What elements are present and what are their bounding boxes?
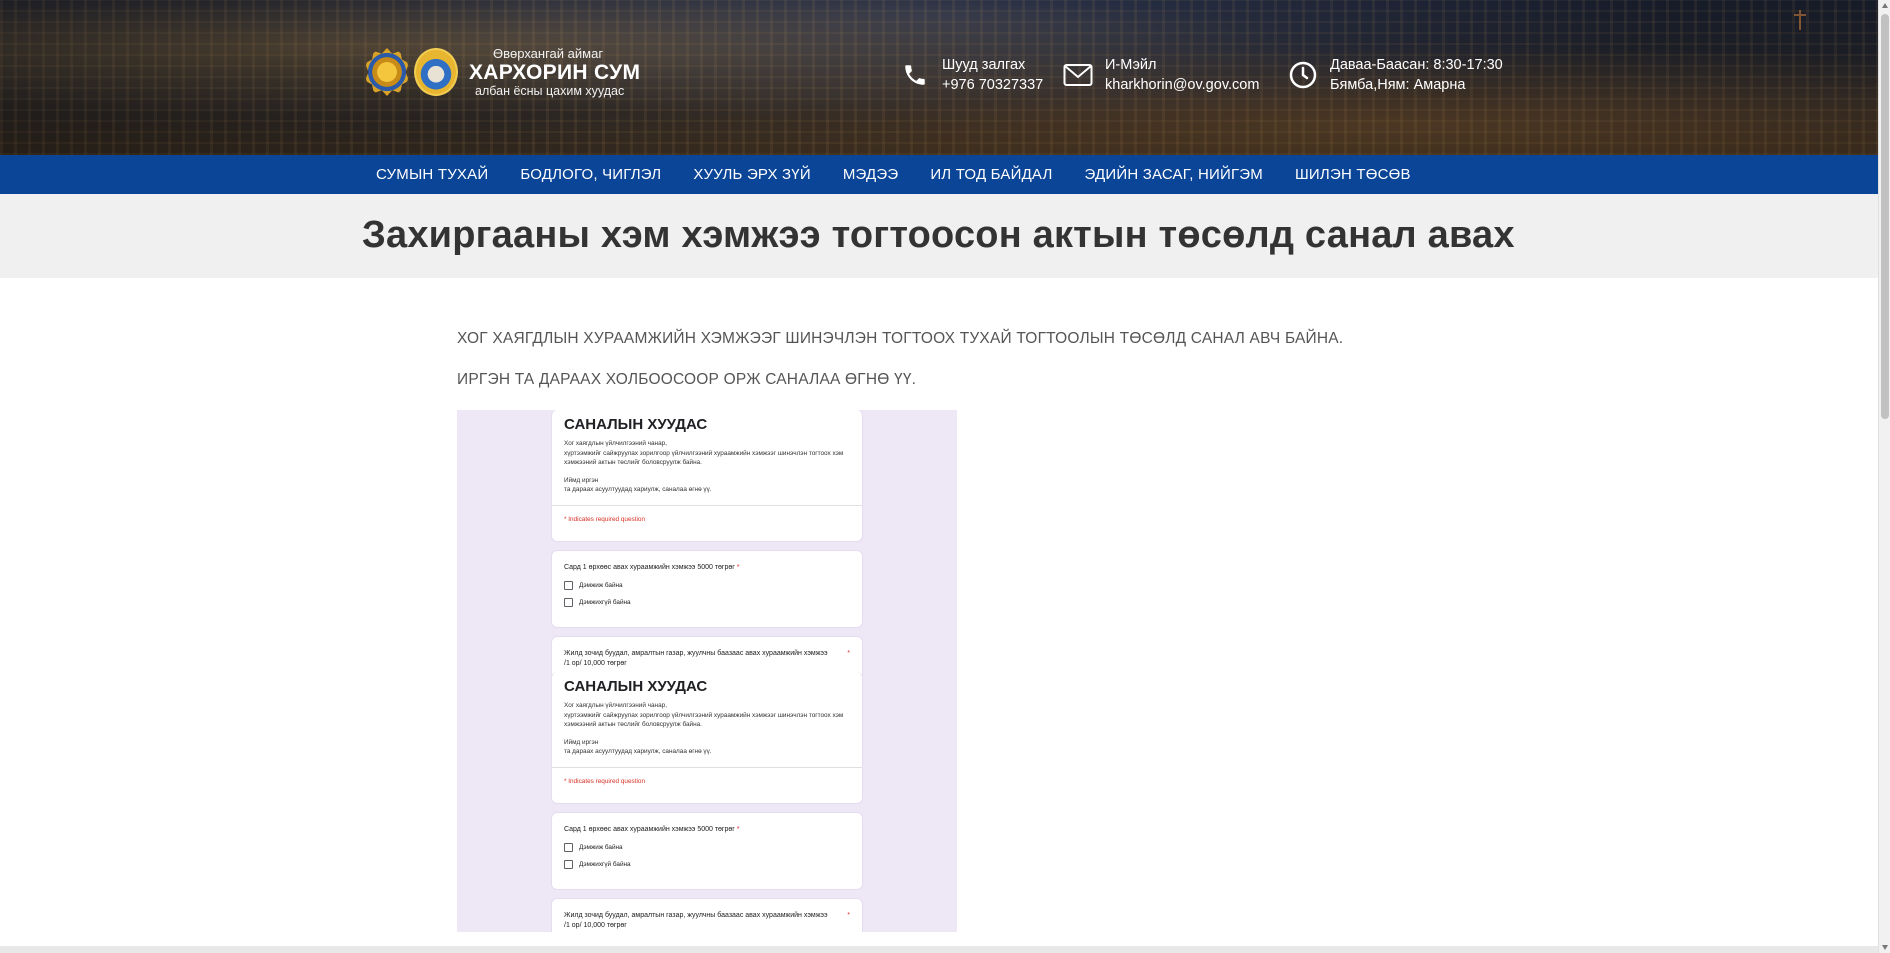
state-emblem-icon: [414, 48, 458, 96]
contact-hours-weekdays: Даваа-Баасан: 8:30-17:30: [1330, 57, 1503, 73]
contact-email-value[interactable]: kharkhorin@ov.gov.com: [1105, 75, 1259, 95]
contact-email[interactable]: И-Мэйл kharkhorin@ov.gov.com: [1063, 55, 1259, 95]
option-oppose[interactable]: Дэмжихгүй байна: [552, 590, 862, 607]
contact-hours-weekend: Бямба,Ням: Амарна: [1330, 77, 1466, 93]
nav-item-transparency[interactable]: ИЛ ТОД БАЙДАЛ: [930, 166, 1052, 183]
logo-province: Өвөрхангай аймаг: [493, 45, 604, 61]
phone-icon: [900, 60, 930, 90]
question-card: Сард 1 өрхөөс авах хураамжийн хэмжээ 500…: [551, 812, 863, 890]
contact-phone-value[interactable]: +976 70327337: [942, 75, 1043, 95]
logo-subtitle: албан ёсны цахим хуудас: [475, 83, 625, 98]
mail-icon: [1063, 60, 1093, 90]
form-header-card: САНАЛЫН ХУУДАС Хог хаягдлын үйлчилгээний…: [551, 410, 863, 542]
contact-phone-label: Шууд залгах: [942, 57, 1026, 73]
question-text: Жилд зочид буудал, амралтын газар, жуулч…: [564, 912, 828, 929]
cross-ornament-icon: [1790, 8, 1810, 32]
checkbox[interactable]: [564, 598, 573, 607]
option-support[interactable]: Дэмжиж байна: [552, 573, 862, 590]
contact-email-label: И-Мэйл: [1105, 57, 1157, 73]
nav-item-budget[interactable]: ШИЛЭН ТӨСӨВ: [1295, 166, 1411, 183]
main-nav: СУМЫН ТУХАЙ БОДЛОГО, ЧИГЛЭЛ ХУУЛЬ ЭРХ ЗҮ…: [0, 155, 1878, 194]
nav-item-policy[interactable]: БОДЛОГО, ЧИГЛЭЛ: [520, 166, 661, 183]
question-text: Жилд зочид буудал, амралтын газар, жуулч…: [564, 650, 828, 667]
page-title-band: Захиргааны хэм хэмжээ тогтоосон актын тө…: [0, 194, 1878, 278]
contact-hours: Даваа-Баасан: 8:30-17:30 Бямба,Ням: Амар…: [1288, 55, 1503, 95]
option-oppose[interactable]: Дэмжихгүй байна: [552, 852, 862, 869]
embedded-feedback-form[interactable]: САНАЛЫН ХУУДАС Хог хаягдлын үйлчилгээний…: [457, 410, 957, 932]
checkbox[interactable]: [564, 843, 573, 852]
question-text: Сард 1 өрхөөс авах хураамжийн хэмжээ 500…: [564, 564, 735, 571]
nav-item-about[interactable]: СУМЫН ТУХАЙ: [376, 166, 488, 183]
site-logo[interactable]: Өвөрхангай аймаг ХАРХОРИН СУМ албан ёсны…: [365, 44, 640, 100]
question-card: Сард 1 өрхөөс авах хураамжийн хэмжээ 500…: [551, 550, 863, 628]
site-header: Өвөрхангай аймаг ХАРХОРИН СУМ албан ёсны…: [0, 0, 1878, 155]
instruction-paragraph: ИРГЭН ТА ДАРААХ ХОЛБООСООР ОРЖ САНАЛАА Ө…: [457, 371, 917, 388]
required-note: * Indicates required question: [552, 504, 862, 531]
scrollbar-thumb[interactable]: [1881, 14, 1889, 419]
page-title: Захиргааны хэм хэмжээ тогтоосон актын тө…: [362, 214, 1515, 256]
form-title: САНАЛЫН ХУУДАС: [564, 416, 708, 433]
logo-soum-name: ХАРХОРИН СУМ: [469, 60, 641, 84]
bottom-edge: [0, 946, 1878, 953]
form-header-card: САНАЛЫН ХУУДАС Хог хаягдлын үйлчилгээний…: [551, 672, 863, 804]
question-text: Сард 1 өрхөөс авах хураамжийн хэмжээ 500…: [564, 826, 735, 833]
nav-item-news[interactable]: МЭДЭЭ: [843, 166, 899, 183]
checkbox[interactable]: [564, 581, 573, 590]
option-support[interactable]: Дэмжиж байна: [552, 835, 862, 852]
scroll-up-icon[interactable]: [1882, 3, 1888, 8]
soum-emblem-icon: [365, 48, 409, 96]
form-title: САНАЛЫН ХУУДАС: [564, 678, 708, 695]
clock-icon: [1288, 60, 1318, 90]
page-scrollbar[interactable]: [1878, 0, 1890, 953]
nav-item-economy[interactable]: ЭДИЙН ЗАСАГ, НИЙГЭМ: [1085, 166, 1263, 183]
question-card: Жилд зочид буудал, амралтын газар, жуулч…: [551, 898, 863, 932]
scroll-down-icon[interactable]: [1882, 945, 1888, 950]
nav-item-law[interactable]: ХУУЛЬ ЭРХ ЗҮЙ: [693, 166, 811, 183]
contact-phone[interactable]: Шууд залгах +976 70327337: [900, 55, 1043, 95]
intro-paragraph: ХОГ ХАЯГДЛЫН ХУРААМЖИЙН ХЭМЖЭЭГ ШИНЭЧЛЭН…: [457, 330, 1344, 347]
required-note: * Indicates required question: [552, 766, 862, 793]
checkbox[interactable]: [564, 860, 573, 869]
